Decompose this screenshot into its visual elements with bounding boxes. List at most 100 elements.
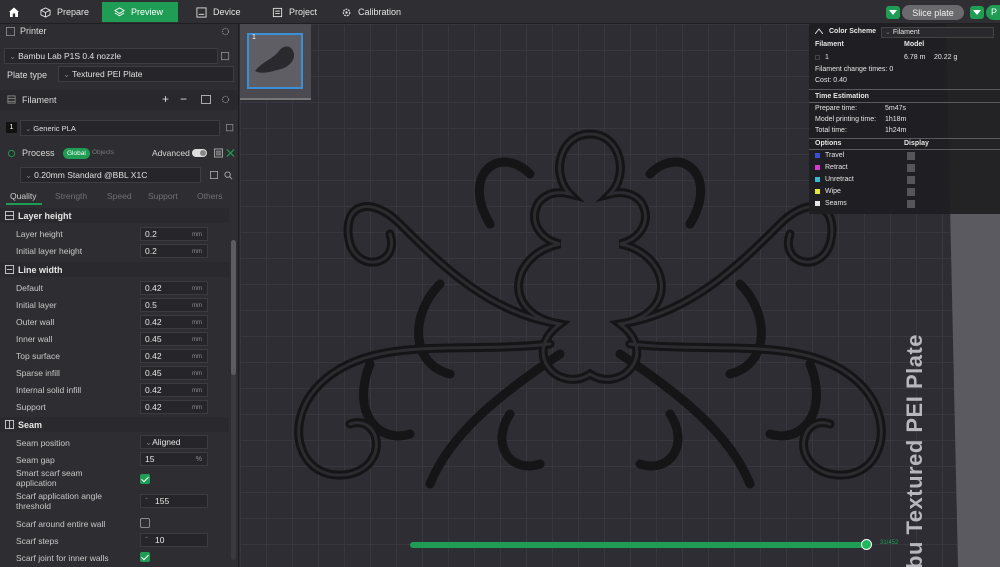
layer-height-input[interactable]: 0.2 mm — [140, 227, 208, 241]
scarf-inner-checkbox[interactable] — [140, 552, 150, 562]
smart-scarf-label-line2: application — [16, 478, 57, 488]
field-value: 0.42 — [145, 283, 162, 293]
subtab-speed[interactable]: Speed — [107, 191, 132, 201]
settings-gear-icon[interactable] — [221, 27, 230, 36]
plate-thumbnail[interactable]: 1 — [240, 24, 311, 100]
group-line-width: Line width — [0, 262, 229, 277]
display-header: Display — [904, 140, 929, 147]
smart-scarf-label: Smart scarf seam application — [16, 468, 83, 488]
print-plate-button[interactable]: P — [986, 5, 1000, 20]
line-width-input[interactable]: 0.42 mm — [140, 400, 208, 414]
line-width-input[interactable]: 0.45 mm — [140, 332, 208, 346]
scarf-steps-input[interactable]: ⌃ 10 — [140, 533, 208, 547]
color-scheme-select[interactable]: ⌄ Filament — [881, 27, 994, 38]
cost-row: Cost: 0.40 — [815, 77, 847, 84]
smart-scarf-checkbox[interactable] — [140, 474, 150, 484]
printer-icon — [196, 6, 207, 18]
field-value: 0.2 — [145, 246, 157, 256]
scarf-steps-value: 10 — [155, 535, 165, 545]
line-width-input[interactable]: 0.42 mm — [140, 281, 208, 295]
print-dropdown-toggle[interactable] — [970, 6, 984, 19]
line-width-icon — [5, 265, 14, 274]
scarf-steps-label: Scarf steps — [16, 536, 59, 546]
initial-layer-height-input[interactable]: 0.2 mm — [140, 244, 208, 258]
unretract-display-toggle[interactable] — [907, 176, 915, 184]
collapse-icon[interactable] — [815, 28, 823, 34]
process-preset-select[interactable]: ⌄ 0.20mm Standard @BBL X1C — [20, 167, 201, 183]
filament-edit-icon[interactable] — [226, 124, 234, 132]
subtab-others[interactable]: Others — [197, 191, 223, 201]
objects-toggle[interactable]: Objects — [92, 149, 114, 156]
setting-label: Sparse infill — [16, 368, 60, 378]
subtab-support[interactable]: Support — [148, 191, 178, 201]
color-scheme-label: Color Scheme — [829, 28, 877, 35]
tab-calibration[interactable]: Calibration — [341, 2, 401, 22]
seams-display-toggle[interactable] — [907, 200, 915, 208]
group-line-width-title: Line width — [18, 264, 63, 275]
layer-slider-handle[interactable] — [861, 539, 872, 550]
line-width-input[interactable]: 0.42 mm — [140, 349, 208, 363]
line-width-input[interactable]: 0.42 mm — [140, 315, 208, 329]
total-time-label: Total time: — [815, 127, 847, 134]
seam-gap-input[interactable]: 15% — [140, 452, 208, 466]
printer-select[interactable]: ⌄ Bambu Lab P1S 0.4 nozzle — [4, 48, 218, 64]
home-icon[interactable] — [0, 0, 28, 24]
slice-dropdown-toggle[interactable] — [886, 6, 900, 19]
field-value: 0.45 — [145, 334, 162, 344]
line-width-input[interactable]: 0.45 mm — [140, 366, 208, 380]
subtab-strength[interactable]: Strength — [55, 191, 87, 201]
process-section-header: Process Global Objects Advanced — [0, 144, 238, 162]
travel-display-toggle[interactable] — [907, 152, 915, 160]
add-filament-button[interactable]: + — [162, 92, 169, 106]
field-value: 0.42 — [145, 351, 162, 361]
model-header: Model — [904, 41, 925, 48]
legend-divider — [809, 102, 1000, 103]
layer-height-icon — [5, 211, 14, 220]
printer-icon — [6, 26, 15, 36]
settings-scrollbar-thumb[interactable] — [231, 240, 236, 375]
scarf-angle-label: Scarf application angle threshold — [16, 491, 102, 511]
retract-display-toggle[interactable] — [907, 164, 915, 172]
compare-icon[interactable] — [214, 148, 223, 158]
scarf-angle-label-line2: threshold — [16, 501, 51, 511]
tools-icon[interactable] — [226, 148, 235, 158]
tab-prepare[interactable]: Prepare — [40, 2, 89, 22]
advanced-switch[interactable] — [192, 149, 207, 157]
setting-label: Default — [16, 283, 43, 293]
plate-type-select[interactable]: ⌄ Textured PEI Plate — [58, 66, 234, 82]
filament-gear-icon[interactable] — [221, 95, 230, 104]
tab-device[interactable]: Device — [196, 2, 241, 22]
plate-type-value: Textured PEI Plate — [72, 69, 143, 79]
tab-project-label: Project — [289, 7, 318, 17]
line-width-input[interactable]: 0.5 mm — [140, 298, 208, 312]
plate-type-label: Plate type — [7, 70, 48, 80]
scarf-angle-input[interactable]: ⌃ 155 — [140, 494, 208, 508]
slice-plate-button[interactable]: Slice plate — [902, 5, 964, 20]
cost-value: 0.40 — [833, 77, 847, 84]
seam-position-label: Seam position — [16, 438, 70, 448]
field-value: 0.42 — [145, 402, 162, 412]
tab-project[interactable]: Project — [272, 2, 317, 22]
layer-slider-track[interactable] — [410, 542, 868, 548]
search-icon[interactable] — [224, 171, 233, 180]
seam-position-select[interactable]: ⌄Aligned — [140, 435, 208, 449]
process-icon — [7, 149, 16, 158]
field-unit: mm — [192, 286, 202, 292]
line-width-input[interactable]: 0.42 mm — [140, 383, 208, 397]
plate-number: 1 — [252, 34, 256, 41]
scarf-entire-checkbox[interactable] — [140, 518, 150, 528]
subtab-quality[interactable]: Quality — [10, 191, 36, 201]
wipe-display-toggle[interactable] — [907, 188, 915, 196]
tab-preview[interactable]: Preview — [102, 2, 178, 22]
sync-icon[interactable] — [201, 95, 211, 104]
filament-header: Filament — [815, 41, 844, 48]
setting-label: Support — [16, 402, 46, 412]
filament-select[interactable]: ⌄ Generic PLA — [20, 120, 220, 136]
seam-gap-unit: % — [195, 456, 202, 463]
save-icon[interactable] — [210, 171, 218, 179]
edit-icon[interactable] — [221, 52, 230, 61]
filament-section-label: Filament — [22, 95, 57, 105]
plate-thumbnail-frame — [247, 33, 303, 89]
remove-filament-button[interactable]: − — [180, 92, 187, 106]
global-toggle[interactable]: Global — [63, 148, 90, 159]
